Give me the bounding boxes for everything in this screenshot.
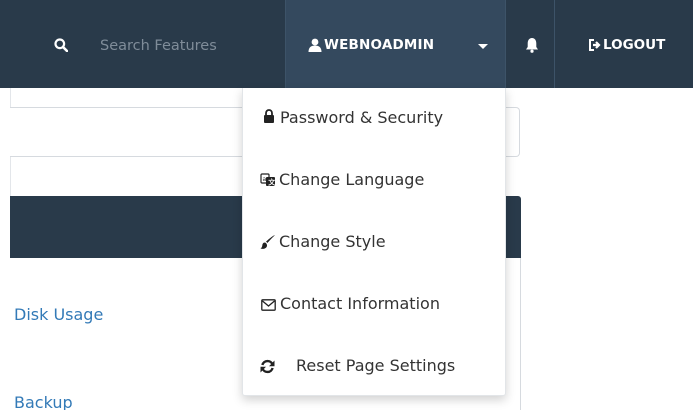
- menu-item-reset-page-settings[interactable]: Reset Page Settings: [243, 336, 507, 398]
- envelope-icon: [261, 299, 276, 311]
- menu-item-password-security[interactable]: Password & Security: [243, 88, 507, 150]
- refresh-icon: [260, 359, 275, 374]
- menu-item-contact-information[interactable]: Contact Information: [243, 274, 507, 336]
- menu-item-label: Change Language: [279, 170, 425, 189]
- lock-icon: [264, 109, 274, 123]
- svg-text:a: a: [263, 176, 267, 183]
- notifications-button[interactable]: [505, 0, 555, 88]
- menu-item-label: Contact Information: [280, 294, 440, 313]
- user-dropdown-menu: Password & Security a 文 Change Language …: [242, 88, 506, 396]
- top-navbar: WEBNOADMIN LOGOUT: [0, 0, 693, 88]
- menu-item-change-style[interactable]: Change Style: [243, 212, 507, 274]
- backup-link[interactable]: Backup: [14, 393, 73, 410]
- menu-item-label: Change Style: [279, 232, 386, 251]
- nav-search: [10, 0, 285, 88]
- user-name: WEBNOADMIN: [324, 37, 435, 53]
- menu-item-label: Password & Security: [280, 108, 444, 127]
- disk-usage-link[interactable]: Disk Usage: [14, 305, 103, 324]
- logout-icon: [589, 39, 601, 51]
- logout-label: LOGOUT: [603, 37, 666, 53]
- menu-item-label: Reset Page Settings: [296, 356, 456, 375]
- user-icon: [308, 38, 322, 52]
- bell-icon: [526, 38, 538, 53]
- paintbrush-icon: [260, 235, 275, 249]
- caret-down-icon: [478, 44, 488, 49]
- logout-button[interactable]: LOGOUT: [575, 0, 693, 88]
- language-icon: a 文: [260, 173, 276, 187]
- menu-item-change-language[interactable]: a 文 Change Language: [243, 150, 507, 212]
- search-icon: [54, 38, 68, 52]
- search-input[interactable]: [100, 36, 280, 56]
- user-menu-toggle[interactable]: WEBNOADMIN: [285, 0, 505, 88]
- svg-text:文: 文: [268, 178, 276, 187]
